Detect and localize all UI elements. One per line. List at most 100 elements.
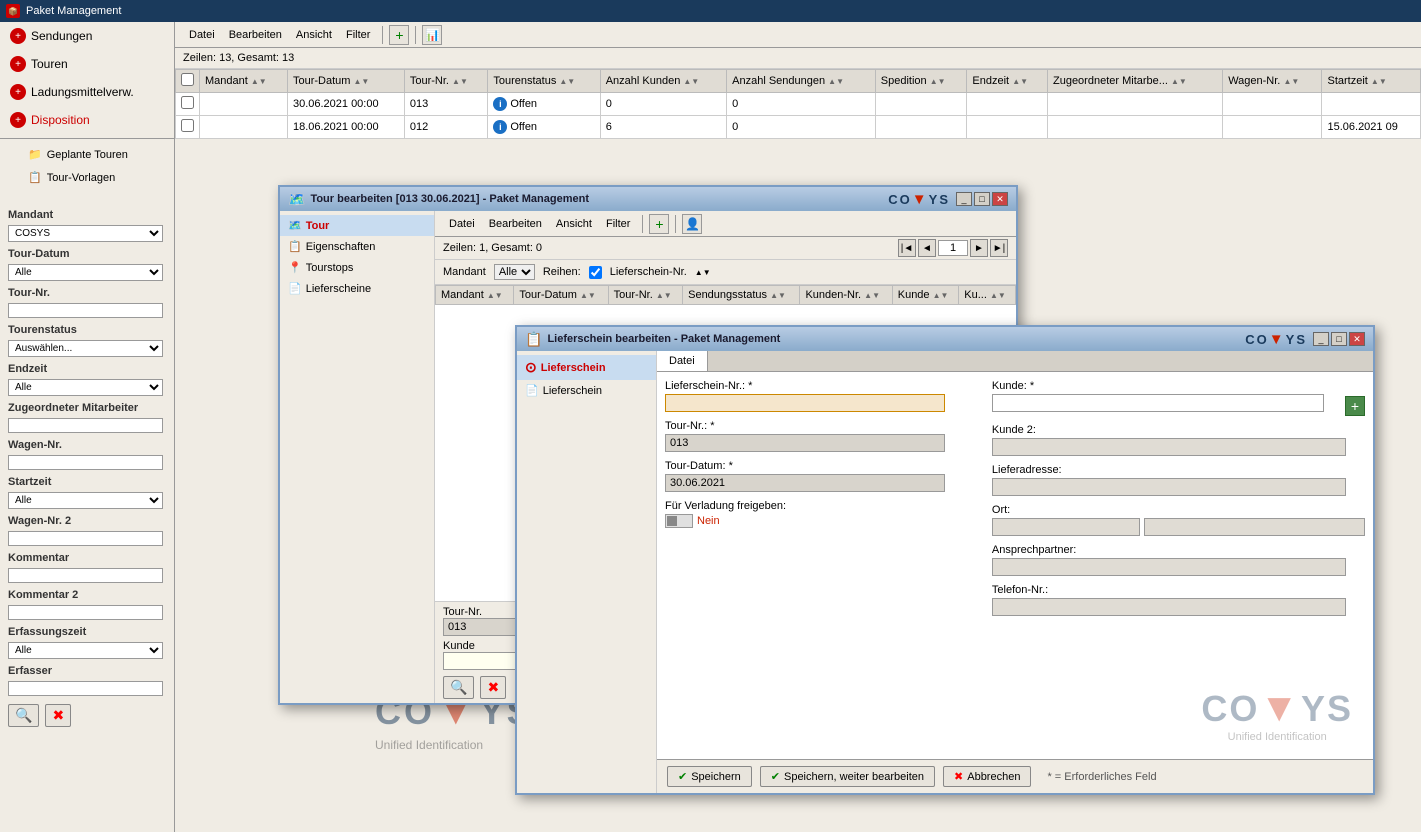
telefon-input[interactable] bbox=[992, 598, 1346, 616]
lieferschein-tree-item-2[interactable]: 📄 Lieferschein bbox=[517, 380, 656, 401]
sort-anzahl-kunden[interactable]: ▲▼ bbox=[683, 78, 699, 86]
lieferschein-modal-restore[interactable]: □ bbox=[1331, 332, 1347, 346]
tour-nr-form-input[interactable] bbox=[665, 434, 945, 452]
filter-kommentar-label: Kommentar bbox=[0, 548, 174, 566]
filter-kommentar2-input[interactable] bbox=[8, 605, 163, 620]
tour-menu-datei[interactable]: Datei bbox=[443, 216, 481, 232]
tour-menu-bearbeiten[interactable]: Bearbeiten bbox=[483, 216, 548, 232]
sidebar-item-touren[interactable]: + Touren bbox=[0, 50, 174, 78]
lieferschein-tabs: Datei bbox=[657, 351, 1373, 372]
nav-next[interactable]: ► bbox=[970, 239, 988, 257]
filter-search-button[interactable]: 🔍 bbox=[8, 704, 39, 727]
ansprechpartner-input[interactable] bbox=[992, 558, 1346, 576]
row-checkbox2[interactable] bbox=[181, 119, 194, 132]
menu-filter[interactable]: Filter bbox=[340, 27, 376, 43]
tour-filter-reihen-checkbox[interactable] bbox=[589, 266, 602, 279]
tour-toolbar-person[interactable]: 👤 bbox=[682, 214, 702, 234]
lieferschein-tree-item-active[interactable]: ⊙ Lieferschein bbox=[517, 355, 656, 380]
filter-erfassungszeit-select[interactable]: Alle bbox=[8, 642, 163, 659]
sort-tourenstatus[interactable]: ▲▼ bbox=[559, 78, 575, 86]
ort-extra-input[interactable] bbox=[1144, 518, 1365, 536]
sidebar-item-ladungsmittel[interactable]: + Ladungsmittelverw. bbox=[0, 78, 174, 106]
tour-nr-input[interactable]: 013 bbox=[443, 618, 523, 636]
tour-sort-kunden-nr[interactable]: ▲▼ bbox=[864, 292, 880, 300]
kunde-add-button[interactable]: + bbox=[1345, 396, 1365, 416]
lieferschein-bearbeiten-modal: 📋 Lieferschein bearbeiten - Paket Manage… bbox=[515, 325, 1375, 795]
filter-erfasser-input[interactable] bbox=[8, 681, 163, 696]
tour-sort-extra[interactable]: ▲▼ bbox=[990, 292, 1006, 300]
tree-item-eigenschaften[interactable]: 📋 Eigenschaften bbox=[280, 236, 434, 257]
filter-info-bar: Zeilen: 13, Gesamt: 13 bbox=[175, 48, 1421, 69]
filter-tour-datum-label: Tour-Datum bbox=[0, 244, 174, 262]
tree-item-lieferscheine[interactable]: 📄 Lieferscheine bbox=[280, 278, 434, 299]
sidebar-item-disposition[interactable]: + Disposition bbox=[0, 106, 174, 134]
sidebar-item-tour-vorlagen[interactable]: 📋 Tour-Vorlagen bbox=[0, 166, 174, 189]
sort-wagen-nr[interactable]: ▲▼ bbox=[1283, 78, 1299, 86]
sort-tour-datum[interactable]: ▲▼ bbox=[353, 78, 369, 86]
sort-mandant[interactable]: ▲▼ bbox=[251, 78, 267, 86]
nav-last[interactable]: ►| bbox=[990, 239, 1008, 257]
tour-sort-nr[interactable]: ▲▼ bbox=[656, 292, 672, 300]
toolbar-add-button[interactable]: + bbox=[389, 25, 409, 45]
menu-ansicht[interactable]: Ansicht bbox=[290, 27, 338, 43]
tour-sort-kunde[interactable]: ▲▼ bbox=[933, 292, 949, 300]
sort-tour-nr[interactable]: ▲▼ bbox=[452, 78, 468, 86]
filter-clear-button[interactable]: ✖ bbox=[45, 704, 71, 727]
filter-tourenstatus-select[interactable]: Auswählen... bbox=[8, 340, 163, 357]
tab-datei[interactable]: Datei bbox=[657, 351, 708, 371]
filter-endzeit-select[interactable]: Alle bbox=[8, 379, 163, 396]
tour-datum-form-input[interactable] bbox=[665, 474, 945, 492]
abbrechen-button[interactable]: ✖ Abbrechen bbox=[943, 766, 1031, 787]
tour-search-button[interactable]: 🔍 bbox=[443, 676, 474, 699]
sort-spedition[interactable]: ▲▼ bbox=[930, 78, 946, 86]
filter-wagen-nr-input[interactable] bbox=[8, 455, 163, 470]
menu-datei[interactable]: Datei bbox=[183, 27, 221, 43]
tour-menu-filter[interactable]: Filter bbox=[600, 216, 636, 232]
table-row[interactable]: 30.06.2021 00:00 013 i Offen 0 0 bbox=[176, 93, 1421, 116]
filter-zugeordneter-input[interactable] bbox=[8, 418, 163, 433]
row-checkbox[interactable] bbox=[181, 96, 194, 109]
tree-item-tourstops[interactable]: 📍 Tourstops bbox=[280, 257, 434, 278]
lieferadresse-input[interactable] bbox=[992, 478, 1346, 496]
tour-modal-close[interactable]: ✕ bbox=[992, 192, 1008, 206]
tour-sort-mandant[interactable]: ▲▼ bbox=[487, 292, 503, 300]
nav-page-input[interactable]: 1 bbox=[938, 240, 968, 256]
tree-item-tour[interactable]: 🗺️ Tour bbox=[280, 215, 434, 236]
ort-input[interactable] bbox=[992, 518, 1140, 536]
kunde-input[interactable] bbox=[992, 394, 1324, 412]
sort-anzahl-sendungen[interactable]: ▲▼ bbox=[828, 78, 844, 86]
tour-sort-sendungsstatus[interactable]: ▲▼ bbox=[770, 292, 786, 300]
filter-wagen-nr2-input[interactable] bbox=[8, 531, 163, 546]
tour-menu-ansicht[interactable]: Ansicht bbox=[550, 216, 598, 232]
speichern-button[interactable]: ✔ Speichern bbox=[667, 766, 752, 787]
tour-filter-mandant-select[interactable]: Alle bbox=[494, 264, 535, 280]
toolbar-export-button[interactable]: 📊 bbox=[422, 25, 442, 45]
speichern-weiter-button[interactable]: ✔ Speichern, weiter bearbeiten bbox=[760, 766, 935, 787]
toggle-box[interactable] bbox=[665, 514, 693, 528]
filter-kommentar-input[interactable] bbox=[8, 568, 163, 583]
tour-modal-restore[interactable]: □ bbox=[974, 192, 990, 206]
nav-first[interactable]: |◄ bbox=[898, 239, 916, 257]
sidebar-item-geplante-touren[interactable]: 📁 Geplante Touren bbox=[0, 143, 174, 166]
table-row[interactable]: 18.06.2021 00:00 012 i Offen 6 0 bbox=[176, 116, 1421, 139]
lieferschein-modal-close[interactable]: ✕ bbox=[1349, 332, 1365, 346]
sort-startzeit[interactable]: ▲▼ bbox=[1371, 78, 1387, 86]
nav-prev[interactable]: ◄ bbox=[918, 239, 936, 257]
filter-mandant-select[interactable]: COSYS bbox=[8, 225, 163, 242]
lieferschein-modal-minimize[interactable]: _ bbox=[1313, 332, 1329, 346]
sort-mitarbeiter[interactable]: ▲▼ bbox=[1171, 78, 1187, 86]
menu-bearbeiten[interactable]: Bearbeiten bbox=[223, 27, 288, 43]
select-all-checkbox[interactable] bbox=[181, 73, 194, 86]
kunde2-input[interactable] bbox=[992, 438, 1346, 456]
filter-tour-nr-input[interactable] bbox=[8, 303, 163, 318]
sidebar-item-sendungen[interactable]: + Sendungen bbox=[0, 22, 174, 50]
tour-sort-datum[interactable]: ▲▼ bbox=[580, 292, 596, 300]
required-field-note: * = Erforderliches Feld bbox=[1047, 771, 1156, 783]
sort-endzeit[interactable]: ▲▼ bbox=[1012, 78, 1028, 86]
tour-toolbar-add[interactable]: + bbox=[649, 214, 669, 234]
tour-clear-button[interactable]: ✖ bbox=[480, 676, 506, 699]
tour-modal-minimize[interactable]: _ bbox=[956, 192, 972, 206]
lieferschein-nr-input[interactable] bbox=[665, 394, 945, 412]
filter-tour-datum-select[interactable]: Alle bbox=[8, 264, 163, 281]
filter-startzeit-select[interactable]: Alle bbox=[8, 492, 163, 509]
